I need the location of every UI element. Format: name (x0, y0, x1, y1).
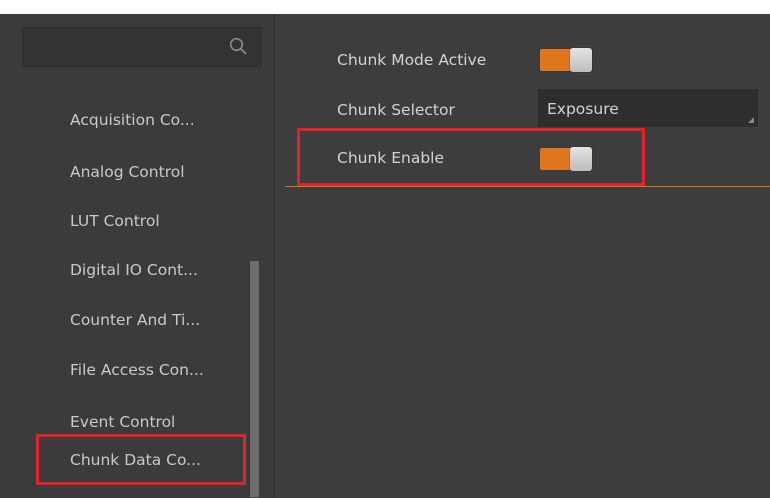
search-input[interactable] (22, 27, 262, 67)
chunk-mode-active-toggle[interactable] (540, 48, 592, 72)
sidebar-item-chunk-data-control[interactable]: Chunk Data Co... (70, 450, 201, 470)
section-divider (285, 186, 770, 187)
properties-panel: Chunk Mode Active Chunk Selector Exposur… (274, 14, 770, 498)
toggle-on-track (540, 49, 572, 71)
chunk-enable-label: Chunk Enable (337, 149, 444, 167)
scrollbar-thumb[interactable] (250, 261, 259, 497)
sidebar-item-analog-control[interactable]: Analog Control (70, 162, 185, 182)
sidebar-item-counter-and-timer[interactable]: Counter And Ti... (70, 310, 200, 330)
sidebar-item-acquisition-control[interactable]: Acquisition Co... (70, 110, 195, 130)
chunk-selector-dropdown[interactable]: Exposure (537, 88, 759, 128)
chunk-enable-toggle[interactable] (540, 147, 592, 171)
search-icon[interactable] (229, 37, 247, 55)
sidebar-item-lut-control[interactable]: LUT Control (70, 211, 160, 231)
sidebar-item-digital-io-control[interactable]: Digital IO Cont... (70, 260, 198, 280)
chunk-mode-active-label: Chunk Mode Active (337, 51, 487, 69)
sidebar-scrollbar[interactable] (250, 79, 259, 497)
chunk-selector-value: Exposure (547, 100, 619, 118)
sidebar-item-event-control[interactable]: Event Control (70, 412, 175, 432)
toggle-on-track (540, 148, 572, 170)
toggle-knob (570, 147, 592, 171)
sidebar: Acquisition Co... Analog Control LUT Con… (0, 14, 274, 498)
chunk-selector-label: Chunk Selector (337, 101, 455, 119)
sidebar-item-file-access-control[interactable]: File Access Con... (70, 360, 204, 380)
app-window: Acquisition Co... Analog Control LUT Con… (0, 14, 770, 498)
dropdown-corner-icon (748, 117, 754, 123)
toggle-knob (570, 48, 592, 72)
